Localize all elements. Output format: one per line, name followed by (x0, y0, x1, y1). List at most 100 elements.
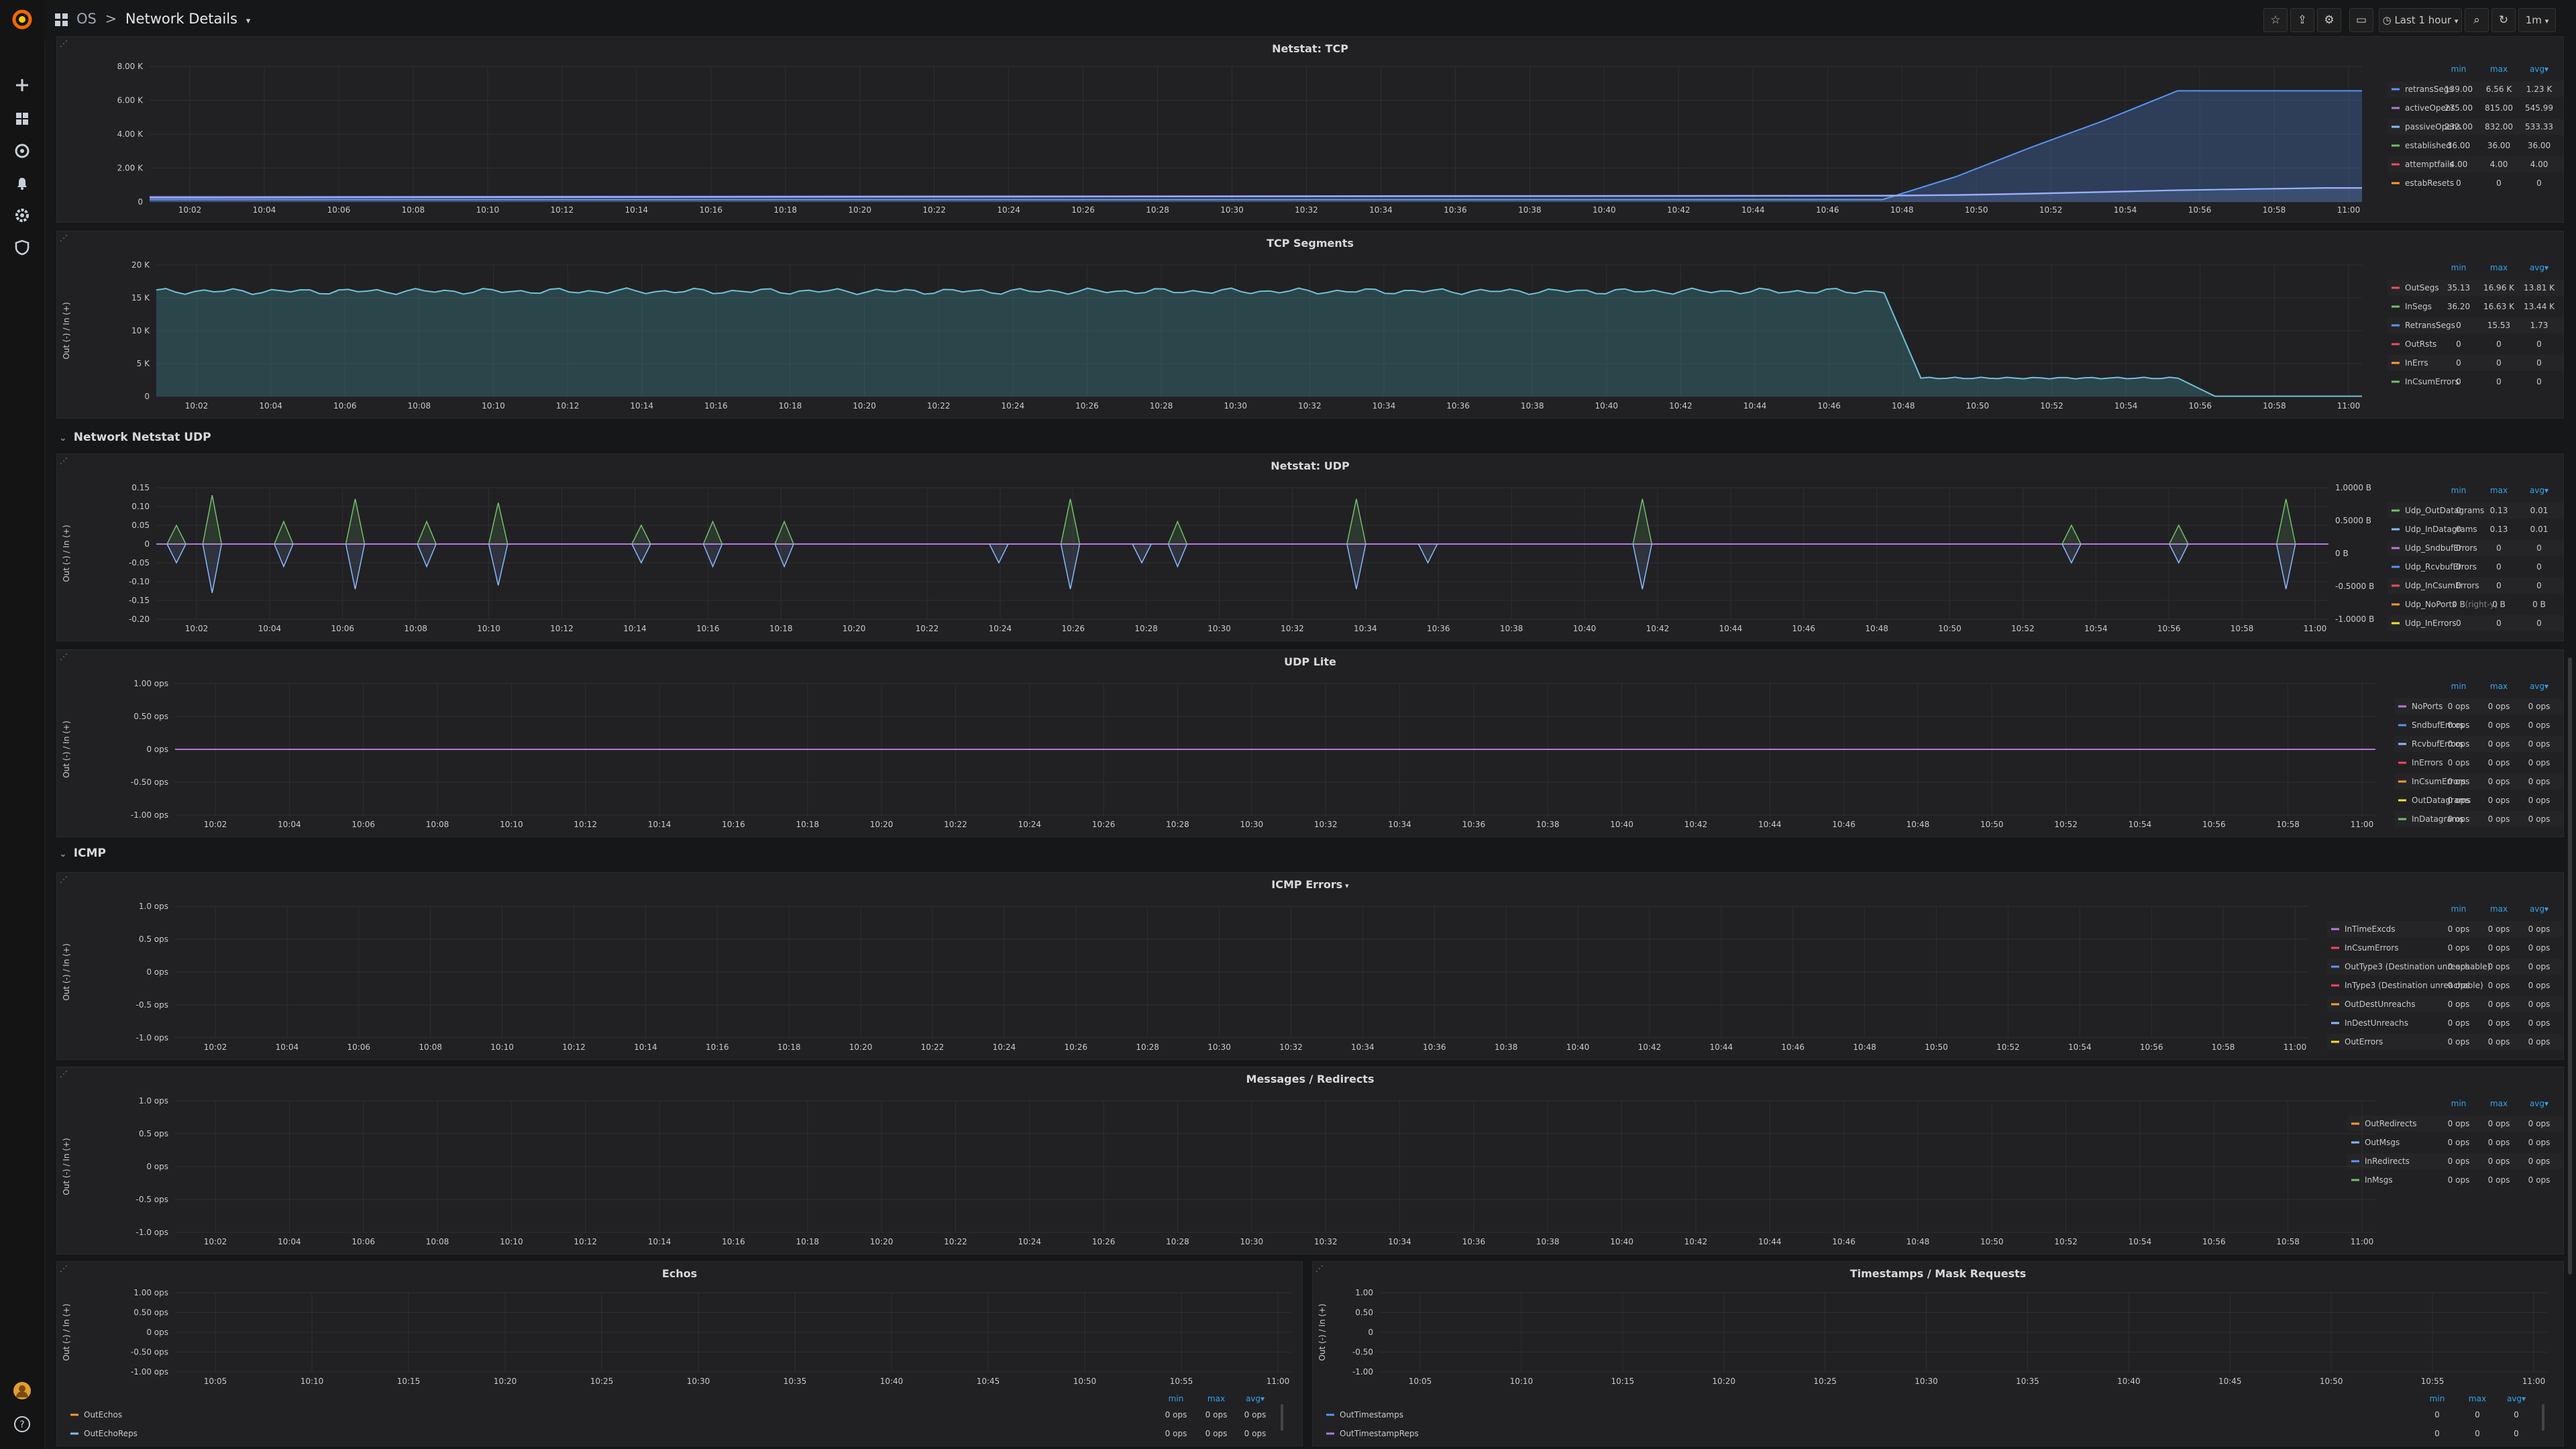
y-tick-label: -1.0 ops (136, 1228, 168, 1237)
avatar[interactable] (11, 1379, 34, 1402)
panel-netstat-tcp[interactable]: ⋰ Netstat: TCP 8.00 K 6.00 K 4.00 K 2.00 K 0 10… (56, 36, 2564, 223)
legend-header-avg[interactable]: avg▾ (2530, 64, 2548, 74)
x-tick-label: 10:20 (843, 624, 866, 633)
panel-icmp-errors[interactable]: ⋰ ICMP Errors ▾ 1.0 ops 0.5 ops 0 ops -0.5 op… (56, 872, 2564, 1060)
row-icmp[interactable]: ⌄ ICMP (59, 847, 106, 860)
legend-series-name[interactable]: Udp_InDatagrams (2405, 525, 2477, 534)
y-tick-label: 8.00 K (117, 62, 144, 71)
breadcrumb-folder[interactable]: OS (76, 11, 97, 27)
legend-header-max[interactable]: max (2490, 64, 2508, 74)
legend-series-name[interactable]: InSegs (2405, 302, 2432, 311)
x-tick-label: 10:34 (1351, 1042, 1375, 1052)
x-tick-label: 10:06 (347, 1042, 370, 1052)
legend-header-avg[interactable]: avg▾ (2507, 1394, 2526, 1403)
gear-icon[interactable] (11, 204, 34, 227)
x-tick-label: 10:16 (704, 401, 728, 411)
explore-icon[interactable] (11, 140, 34, 162)
legend-value-avg: 0 ops (2528, 943, 2551, 953)
chart-netstat-udp[interactable]: 0.15 0.10 0.05 0 -0.05 -0.10 -0.15 -0.20 1.0000 … (57, 454, 2563, 641)
legend-header-min[interactable]: min (2451, 904, 2467, 914)
legend-value-max: 0 (2475, 1429, 2480, 1438)
legend-series-name[interactable]: Udp_NoPorts (2405, 600, 2456, 609)
page-scrollbar[interactable] (2568, 657, 2572, 1275)
panel-netstat-udp[interactable]: ⋰ Netstat: UDP 0.15 0.10 0.05 0 -0.05 -0.10 -0.1… (56, 453, 2564, 641)
legend-header-min[interactable]: min (2451, 64, 2467, 74)
panel-timestamps[interactable]: ⋰ Timestamps / Mask Requests 1.00 0.50 0 -0.5… (1312, 1261, 2564, 1446)
legend-series-name[interactable]: OutTimestampReps (1340, 1429, 1419, 1438)
refresh-button[interactable]: ↻ (2491, 8, 2516, 32)
dashboards-icon[interactable] (11, 107, 34, 130)
tv-mode-button[interactable]: ▭ (2349, 8, 2373, 32)
legend-series-name[interactable]: InMsgs (2365, 1175, 2393, 1185)
legend-header-max[interactable]: max (2490, 486, 2508, 495)
time-picker-button[interactable]: ◷ Last 1 hour ▾ (2379, 8, 2462, 32)
chart-messages-redirects[interactable]: 1.0 ops 0.5 ops 0 ops -0.5 ops -1.0 ops Out (… (57, 1067, 2563, 1254)
legend-header-max[interactable]: max (2490, 682, 2508, 691)
x-tick-label: 10:04 (253, 205, 276, 215)
panel-tcp-segments[interactable]: ⋰ TCP Segments 20 K 15 K 10 K5 K 0 Out (-) / I… (56, 231, 2564, 419)
legend-scrollbar[interactable] (1281, 1404, 1283, 1431)
panel-echos[interactable]: ⋰ Echos 1.00 ops 0.50 ops 0 ops -0.50 ops -1.0… (56, 1261, 1303, 1446)
chart-timestamps[interactable]: 1.00 0.50 0 -0.50 -1.00 Out (-) / In (+) 10:05… (1313, 1262, 2563, 1446)
legend-series-name[interactable]: InCsumErrors (2345, 943, 2399, 953)
x-tick-label: 10:44 (1741, 205, 1765, 215)
dashboards-grid-icon[interactable] (54, 12, 70, 28)
legend-header-min[interactable]: min (1169, 1394, 1184, 1403)
legend-header-min[interactable]: min (2430, 1394, 2445, 1403)
legend-value-min: 0 ops (2448, 796, 2470, 805)
legend-series-name[interactable]: estabResets (2405, 178, 2454, 188)
legend-header-avg[interactable]: avg▾ (2530, 682, 2548, 691)
legend-header-max[interactable]: max (2490, 1099, 2508, 1108)
legend-series-name[interactable]: InDestUnreachs (2345, 1018, 2408, 1028)
legend-header-avg[interactable]: avg▾ (2530, 486, 2548, 495)
dashboard-title[interactable]: Network Details (125, 11, 237, 27)
refresh-interval-picker[interactable]: 1m ▾ (2518, 8, 2556, 32)
chart-icmp-errors[interactable]: 1.0 ops 0.5 ops 0 ops -0.5 ops -1.0 ops Out (… (57, 873, 2563, 1059)
legend-header-min[interactable]: min (2451, 1099, 2467, 1108)
legend-header-max[interactable]: max (2490, 263, 2508, 272)
grafana-logo-icon[interactable] (11, 8, 34, 31)
legend-series-name[interactable]: OutTimestamps (1340, 1410, 1403, 1419)
legend-header-avg[interactable]: avg▾ (1246, 1394, 1265, 1403)
legend-series-name[interactable]: established (2405, 141, 2451, 150)
chart-udp-lite[interactable]: 1.00 ops 0.50 ops 0 ops -0.50 ops -1.00 ops O… (57, 650, 2563, 837)
legend-header-max[interactable]: max (2469, 1394, 2486, 1403)
star-button[interactable]: ☆ (2263, 8, 2288, 32)
x-tick-label: 10:38 (1518, 205, 1542, 215)
legend-header-avg[interactable]: avg▾ (2530, 904, 2548, 914)
zoom-out-button[interactable]: ⌕ (2465, 8, 2489, 32)
legend-series-name[interactable]: Udp_RcvbufErrors (2405, 562, 2477, 572)
legend-header-avg[interactable]: avg▾ (2530, 263, 2548, 272)
plus-icon[interactable] (11, 74, 34, 97)
legend-value-min: 0 ops (1165, 1429, 1187, 1438)
x-tick-label: 10:40 (1566, 1042, 1590, 1052)
legend-series-name[interactable]: OutRsts (2405, 339, 2436, 349)
bell-icon[interactable] (11, 172, 34, 195)
legend-scrollbar[interactable] (2542, 1404, 2544, 1431)
settings-button[interactable]: ⚙ (2317, 8, 2341, 32)
legend-series-name[interactable]: InErrors (2412, 758, 2443, 767)
legend-header-max[interactable]: max (1208, 1394, 1225, 1403)
row-network-netstat-udp[interactable]: ⌄ Network Netstat UDP (59, 431, 211, 444)
chart-tcp-segments[interactable]: 20 K 15 K 10 K 5 K 0 Out (-) / In (+) 10:02 10:… (57, 231, 2563, 418)
shield-icon[interactable] (11, 236, 34, 259)
legend-header-min[interactable]: min (2451, 486, 2467, 495)
legend-series-name[interactable]: OutMsgs (2365, 1138, 2400, 1147)
legend-series-name[interactable]: OutEchos (84, 1410, 122, 1419)
panel-messages-redirects[interactable]: ⋰ Messages / Redirects 1.0 ops 0.5 ops 0 ops… (56, 1067, 2564, 1254)
legend-header-avg[interactable]: avg▾ (2530, 1099, 2548, 1108)
chart-netstat-tcp[interactable]: 8.00 K 6.00 K 4.00 K 2.00 K 0 10:02 10:04 10:06… (57, 37, 2563, 222)
legend-header-min[interactable]: min (2451, 263, 2467, 272)
panel-udp-lite[interactable]: ⋰ UDP Lite 1.00 ops 0.50 ops 0 ops -0.50 ops -… (56, 649, 2564, 837)
chart-echos[interactable]: 1.00 ops 0.50 ops 0 ops -0.50 ops -1.00 ops O… (57, 1262, 1302, 1446)
legend-row-bg (2387, 156, 2563, 172)
legend-header-max[interactable]: max (2490, 904, 2508, 914)
legend-series-name[interactable]: OutEchoReps (84, 1429, 138, 1438)
share-button[interactable]: ⇪ (2290, 8, 2314, 32)
legend-header-min[interactable]: min (2451, 682, 2467, 691)
legend-value-max: 0 ops (2488, 758, 2510, 767)
legend-row-bg (2387, 119, 2563, 135)
help-icon[interactable]: ? (11, 1413, 34, 1436)
chevron-down-icon[interactable]: ▾ (246, 16, 251, 26)
legend-series-name[interactable]: InCsumErrors (2405, 377, 2459, 386)
